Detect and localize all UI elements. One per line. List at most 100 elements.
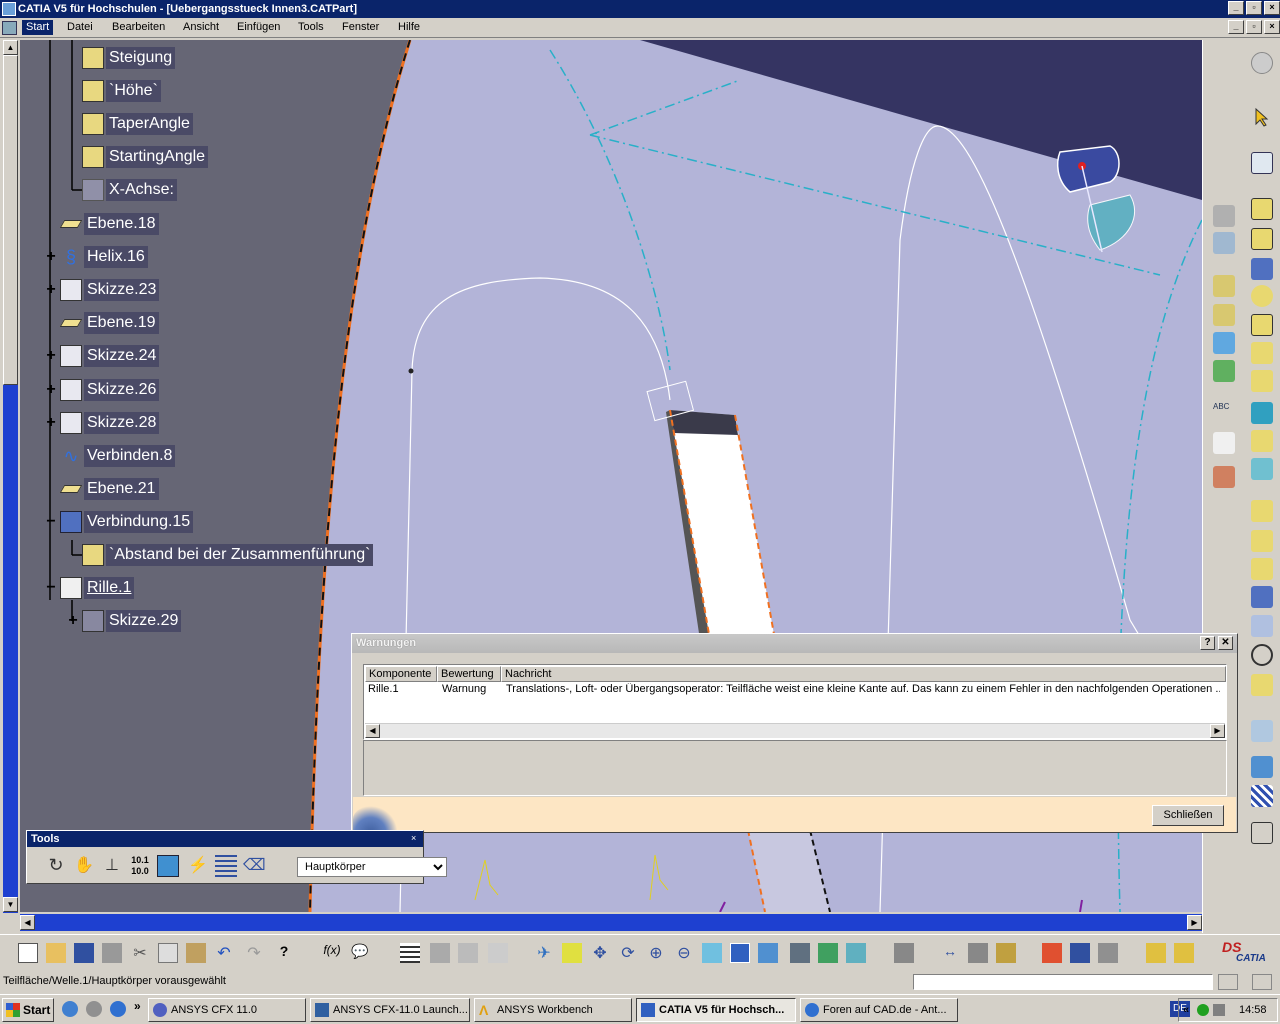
expand-icon[interactable]: + (44, 347, 58, 365)
tool-icon[interactable] (1251, 756, 1273, 778)
collapse-icon[interactable]: − (44, 513, 58, 531)
doc-restore-button[interactable]: ▫ (1246, 20, 1262, 34)
close-window-button[interactable]: × (1264, 1, 1280, 15)
hole-icon[interactable] (1251, 285, 1273, 307)
tree-node-skizze-28[interactable]: + Skizze.28 (46, 412, 160, 434)
scroll-left-arrow-icon[interactable]: ◀ (365, 724, 380, 738)
tool-icon[interactable] (1070, 943, 1090, 963)
tool-icon[interactable] (894, 943, 914, 963)
multi-view-icon[interactable] (730, 943, 750, 963)
tool-icon[interactable] (1251, 402, 1273, 424)
pattern-icon[interactable] (1251, 785, 1273, 807)
tool-icon[interactable] (1213, 232, 1235, 254)
measure-item-icon[interactable] (968, 943, 988, 963)
taskbar-item-cfx-launch[interactable]: ANSYS CFX-11.0 Launch... (310, 998, 470, 1022)
zoom-in-icon[interactable]: ⊕ (646, 943, 666, 963)
measure-icon[interactable]: ↔ (940, 943, 960, 963)
menu-start[interactable]: Start (22, 20, 54, 35)
fly-icon[interactable]: ✈ (534, 943, 554, 963)
document-icon[interactable] (2, 21, 17, 35)
new-icon[interactable] (18, 943, 38, 963)
network-icon[interactable] (1197, 1004, 1209, 1016)
status-button[interactable] (1252, 974, 1272, 990)
clock[interactable]: 14:58 (1239, 999, 1267, 1021)
select-arrow-icon[interactable] (1251, 106, 1273, 128)
scroll-down-arrow-icon[interactable]: ▼ (3, 897, 18, 912)
hide-show-icon[interactable] (818, 943, 838, 963)
target-icon[interactable] (1251, 644, 1273, 666)
units-icon[interactable]: 10.1 10.0 (129, 855, 151, 877)
command-input[interactable] (913, 974, 1213, 990)
expand-icon[interactable]: + (44, 281, 58, 299)
column-header-komponente[interactable]: Komponente (365, 666, 437, 682)
tools-toolbar-title[interactable]: Tools (27, 831, 423, 847)
tools-close-icon[interactable]: × (411, 833, 421, 843)
tool-icon[interactable] (1098, 943, 1118, 963)
tree-node-steigung[interactable]: Steigung (82, 47, 176, 69)
taskbar-item-workbench[interactable]: Λ ANSYS Workbench (474, 998, 632, 1022)
start-button[interactable]: Start (2, 998, 54, 1022)
scroll-up-arrow-icon[interactable]: ▲ (3, 40, 18, 55)
menu-ansicht[interactable]: Ansicht (183, 21, 219, 33)
dialog-titlebar[interactable]: Warnungen ? ✕ (352, 634, 1237, 653)
scroll-right-arrow-icon[interactable]: ▶ (1187, 915, 1202, 930)
tree-node-abstand[interactable]: `Abstand bei der Zusammenführung` (82, 544, 374, 566)
sketcher-icon[interactable] (1251, 152, 1273, 174)
slot-icon[interactable] (1251, 342, 1273, 364)
inertia-icon[interactable] (996, 943, 1016, 963)
paste-icon[interactable] (186, 943, 206, 963)
menu-datei[interactable]: Datei (67, 21, 93, 33)
tool-icon[interactable] (1251, 430, 1273, 452)
tool-icon[interactable] (1251, 822, 1273, 844)
shaft-icon[interactable] (1251, 258, 1273, 280)
ie-icon[interactable] (110, 1001, 126, 1017)
dialog-help-button[interactable]: ? (1200, 636, 1215, 650)
scroll-thumb[interactable] (3, 55, 18, 385)
volume-icon[interactable] (1213, 1004, 1225, 1016)
restore-button[interactable]: ▫ (1246, 1, 1262, 15)
tool-icon[interactable] (1251, 586, 1273, 608)
tree-node-hoehe[interactable]: `Höhe` (82, 80, 161, 102)
column-header-nachricht[interactable]: Nachricht (501, 666, 1226, 682)
quicklaunch-icon[interactable] (62, 1001, 78, 1017)
iso-view-icon[interactable] (758, 943, 778, 963)
redo-icon[interactable]: ↷ (244, 943, 264, 963)
tree-node-skizze-23[interactable]: + Skizze.23 (46, 279, 160, 301)
table-horizontal-scrollbar[interactable]: ◀ ▶ (365, 723, 1225, 738)
menu-einfuegen[interactable]: Einfügen (237, 21, 280, 33)
vertical-scrollbar[interactable]: ▲ ▼ (3, 40, 18, 913)
zoom-out-icon[interactable]: ⊖ (674, 943, 694, 963)
lock-icon[interactable] (458, 943, 478, 963)
tool-icon[interactable] (1213, 332, 1235, 354)
tree-node-skizze-24[interactable]: + Skizze.24 (46, 345, 160, 367)
tool-icon[interactable] (1213, 275, 1235, 297)
menu-hilfe[interactable]: Hilfe (398, 21, 420, 33)
schliessen-button[interactable]: Schließen (1152, 805, 1224, 826)
collapse-icon[interactable]: − (44, 579, 58, 597)
tool-icon[interactable] (1251, 720, 1273, 742)
pocket-icon[interactable] (1251, 228, 1273, 250)
tree-node-rille-1[interactable]: − Rille.1 (46, 577, 135, 599)
pan-icon[interactable]: ✥ (590, 943, 610, 963)
tree-node-x-achse[interactable]: X-Achse: (82, 179, 177, 201)
expand-icon[interactable]: + (44, 248, 58, 266)
update-icon[interactable]: ↻ (45, 855, 67, 877)
expand-icon[interactable]: + (66, 612, 80, 630)
cut-icon[interactable]: ✂ (130, 943, 150, 963)
pad-icon[interactable] (1251, 198, 1273, 220)
rotate-icon[interactable]: ⟳ (618, 943, 638, 963)
tree-node-ebene-21[interactable]: Ebene.21 (59, 478, 159, 500)
tree-node-startingangle[interactable]: StartingAngle (82, 146, 209, 168)
eraser-icon[interactable]: ⌫ (243, 855, 266, 877)
tool-icon[interactable] (1213, 304, 1235, 326)
dialog-close-x-button[interactable]: ✕ (1218, 636, 1233, 650)
table-icon[interactable] (400, 943, 420, 963)
open-icon[interactable] (46, 943, 66, 963)
tool-icon[interactable] (1251, 615, 1273, 637)
tool-icon[interactable] (488, 943, 508, 963)
tree-node-helix-16[interactable]: + § Helix.16 (46, 246, 148, 268)
tool-icon[interactable] (1213, 205, 1235, 227)
expand-icon[interactable]: + (44, 414, 58, 432)
taskbar-item-cfx[interactable]: ANSYS CFX 11.0 (148, 998, 306, 1022)
hand-icon[interactable]: ✋ (73, 855, 95, 877)
